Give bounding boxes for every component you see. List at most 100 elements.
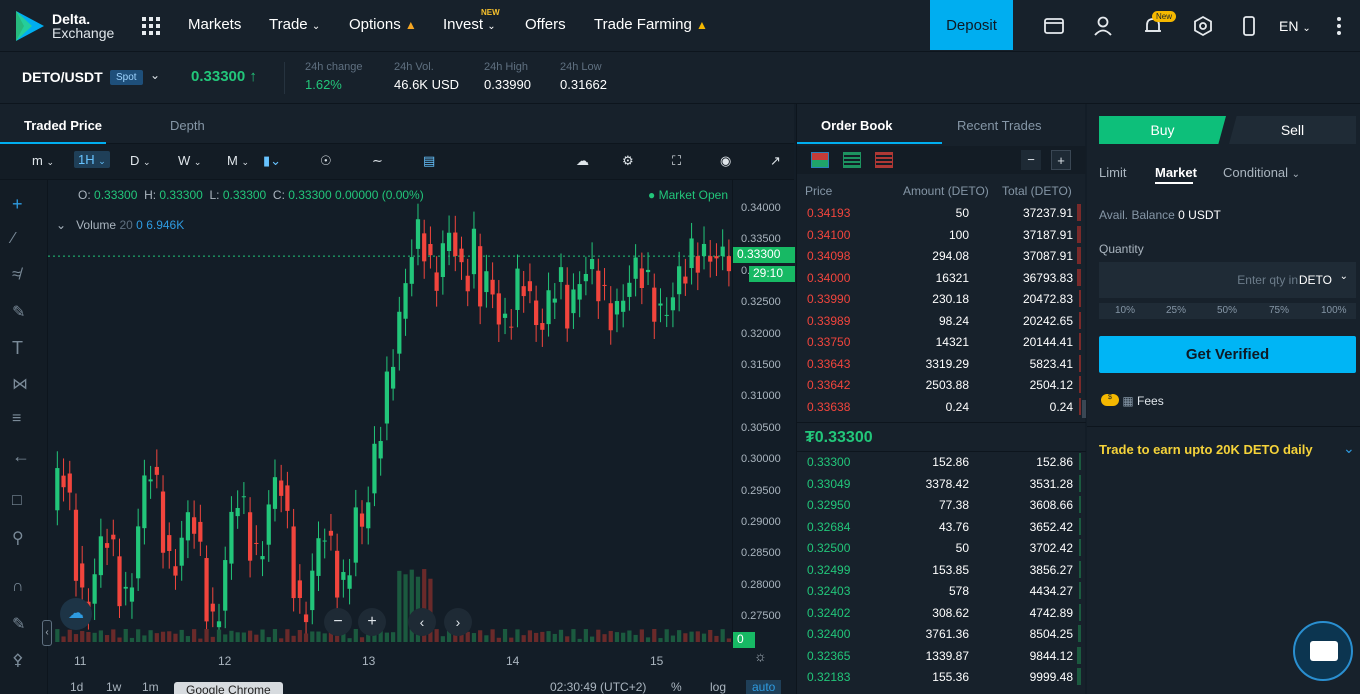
quantity-unit[interactable]: DETO: [1299, 273, 1332, 287]
gear-icon[interactable]: ⚙: [622, 153, 634, 169]
bid-row[interactable]: 0.33300 152.86 152.86: [797, 451, 1081, 472]
lock-icon[interactable]: ⚴: [12, 650, 36, 674]
pct-25[interactable]: 25%: [1166, 305, 1186, 316]
interval-1h[interactable]: 1H ⌄: [74, 151, 110, 168]
tradingview-logo-icon[interactable]: ☁: [60, 598, 92, 630]
scrollbar[interactable]: [1082, 400, 1086, 418]
pattern-icon[interactable]: ⋈: [12, 374, 36, 398]
pair-chevron-down-icon[interactable]: ⌄: [150, 68, 160, 82]
language-select[interactable]: EN ⌄: [1279, 18, 1311, 34]
interval-minutes[interactable]: m ⌄: [32, 153, 54, 168]
logo[interactable]: Delta. Exchange: [12, 9, 114, 43]
collapse-chevron-icon[interactable]: ⌄: [56, 218, 66, 232]
tab-order-book[interactable]: Order Book: [821, 118, 893, 133]
scroll-left-icon[interactable]: ‹: [408, 608, 436, 636]
interval-day[interactable]: D ⌄: [130, 153, 151, 168]
settings-hex-icon[interactable]: [1192, 15, 1214, 37]
pencil-lock-icon[interactable]: ✎: [12, 614, 36, 638]
more-vertical-icon[interactable]: [1328, 15, 1350, 37]
nav-invest[interactable]: Invest ⌄: [443, 16, 496, 33]
text-icon[interactable]: T: [12, 338, 36, 362]
nav-trade-farming[interactable]: Trade Farming ▲: [594, 16, 708, 33]
bid-row[interactable]: 0.32402 308.62 4742.89: [797, 602, 1081, 623]
ruler-icon[interactable]: □: [12, 492, 36, 516]
view-asks-icon[interactable]: [875, 152, 893, 168]
ask-row[interactable]: 0.33642 2503.88 2504.12: [797, 374, 1081, 395]
zoom-icon[interactable]: ⚲: [12, 528, 36, 552]
pct-75[interactable]: 75%: [1269, 305, 1289, 316]
nav-options[interactable]: Options ▲: [349, 16, 417, 33]
scroll-right-icon[interactable]: ›: [444, 608, 472, 636]
decrease-precision-icon[interactable]: −: [1021, 150, 1041, 170]
bid-row[interactable]: 0.32400 3761.36 8504.25: [797, 623, 1081, 644]
ask-row[interactable]: 0.33750 14321 20144.41: [797, 331, 1081, 352]
trendline-icon[interactable]: ∕: [12, 230, 36, 254]
get-verified-button[interactable]: Get Verified: [1099, 336, 1356, 373]
zoom-in-icon[interactable]: +: [358, 608, 386, 636]
deposit-button[interactable]: Deposit: [930, 0, 1013, 50]
ask-row[interactable]: 0.33638 0.24 0.24: [797, 396, 1081, 417]
increase-precision-icon[interactable]: +: [1051, 150, 1071, 170]
tab-traded-price[interactable]: Traded Price: [24, 118, 102, 133]
collapse-toolbar-icon[interactable]: ‹: [42, 620, 52, 646]
order-type-limit[interactable]: Limit: [1099, 165, 1126, 180]
auto-toggle[interactable]: auto: [746, 680, 782, 694]
view-bids-icon[interactable]: [843, 152, 861, 168]
price-axis[interactable]: 0.340000.335000.330000.325000.320000.315…: [732, 180, 795, 648]
zoom-out-icon[interactable]: −: [324, 608, 352, 636]
chevron-down-icon[interactable]: ⌄: [1343, 440, 1355, 457]
pct-50[interactable]: 50%: [1217, 305, 1237, 316]
quantity-percent-slider[interactable]: 10% 25% 50% 75% 100%: [1099, 303, 1356, 319]
magnet-icon[interactable]: ∩: [12, 578, 36, 602]
range-1d[interactable]: 1d: [70, 680, 83, 694]
bid-row[interactable]: 0.32500 50 3702.42: [797, 537, 1081, 558]
user-icon[interactable]: [1092, 15, 1114, 37]
pair-name[interactable]: DETO/USDT: [22, 69, 103, 85]
pct-100[interactable]: 100%: [1321, 305, 1347, 316]
bid-row[interactable]: 0.32403 578 4434.27: [797, 580, 1081, 601]
cloud-icon[interactable]: ☁: [576, 153, 589, 169]
apps-grid-icon[interactable]: [142, 17, 160, 35]
buy-tab[interactable]: Buy: [1099, 116, 1226, 144]
axis-settings-icon[interactable]: ☼: [754, 648, 767, 664]
mobile-icon[interactable]: [1238, 15, 1260, 37]
fullscreen-icon[interactable]: ⛶: [672, 153, 681, 169]
indicators-icon[interactable]: ☉: [320, 153, 332, 169]
ask-row[interactable]: 0.34000 16321 36793.83: [797, 267, 1081, 288]
ask-row[interactable]: 0.34100 100 37187.91: [797, 224, 1081, 245]
chevron-down-icon[interactable]: ⌄: [1340, 271, 1348, 282]
range-1m[interactable]: 1m: [142, 680, 159, 694]
bid-row[interactable]: 0.32950 77.38 3608.66: [797, 494, 1081, 515]
bid-row[interactable]: 0.32183 155.36 9999.48: [797, 666, 1081, 687]
measure-lines-icon[interactable]: ≡: [12, 410, 36, 434]
ask-row[interactable]: 0.34193 50 37237.91: [797, 202, 1081, 223]
range-1w[interactable]: 1w: [106, 680, 121, 694]
candle-type-icon[interactable]: ▮⌄: [263, 153, 281, 169]
bid-row[interactable]: 0.33049 3378.42 3531.28: [797, 473, 1081, 494]
line-icon[interactable]: ∼: [372, 153, 383, 169]
order-type-market[interactable]: Market: [1155, 165, 1197, 180]
sell-tab[interactable]: Sell: [1229, 116, 1356, 144]
nav-offers[interactable]: Offers: [525, 16, 566, 33]
ask-row[interactable]: 0.33989 98.24 20242.65: [797, 310, 1081, 331]
interval-month[interactable]: M ⌄: [227, 153, 249, 168]
chat-button[interactable]: [1293, 621, 1353, 681]
tab-recent-trades[interactable]: Recent Trades: [957, 118, 1042, 133]
interval-week[interactable]: W ⌄: [178, 153, 201, 168]
fib-icon[interactable]: ≉: [12, 266, 36, 290]
nav-trade[interactable]: Trade ⌄: [269, 16, 320, 33]
ask-row[interactable]: 0.33990 230.18 20472.83: [797, 288, 1081, 309]
brush-icon[interactable]: ✎: [12, 302, 36, 326]
external-link-icon[interactable]: ↗: [770, 153, 781, 169]
earn-banner[interactable]: Trade to earn upto 20K DETO daily: [1099, 442, 1313, 457]
bid-row[interactable]: 0.32499 153.85 3856.27: [797, 559, 1081, 580]
ask-row[interactable]: 0.34098 294.08 37087.91: [797, 245, 1081, 266]
log-toggle[interactable]: log: [710, 680, 726, 694]
nav-markets[interactable]: Markets: [188, 16, 241, 33]
quantity-input[interactable]: Enter qty in DETO ⌄: [1099, 262, 1356, 298]
document-icon[interactable]: ▤: [423, 153, 435, 169]
fees-link[interactable]: $ ▦ Fees: [1101, 394, 1164, 408]
bid-row[interactable]: 0.32365 1339.87 9844.12: [797, 645, 1081, 666]
arrow-left-icon[interactable]: ←: [12, 446, 36, 470]
ask-row[interactable]: 0.33643 3319.29 5823.41: [797, 353, 1081, 374]
